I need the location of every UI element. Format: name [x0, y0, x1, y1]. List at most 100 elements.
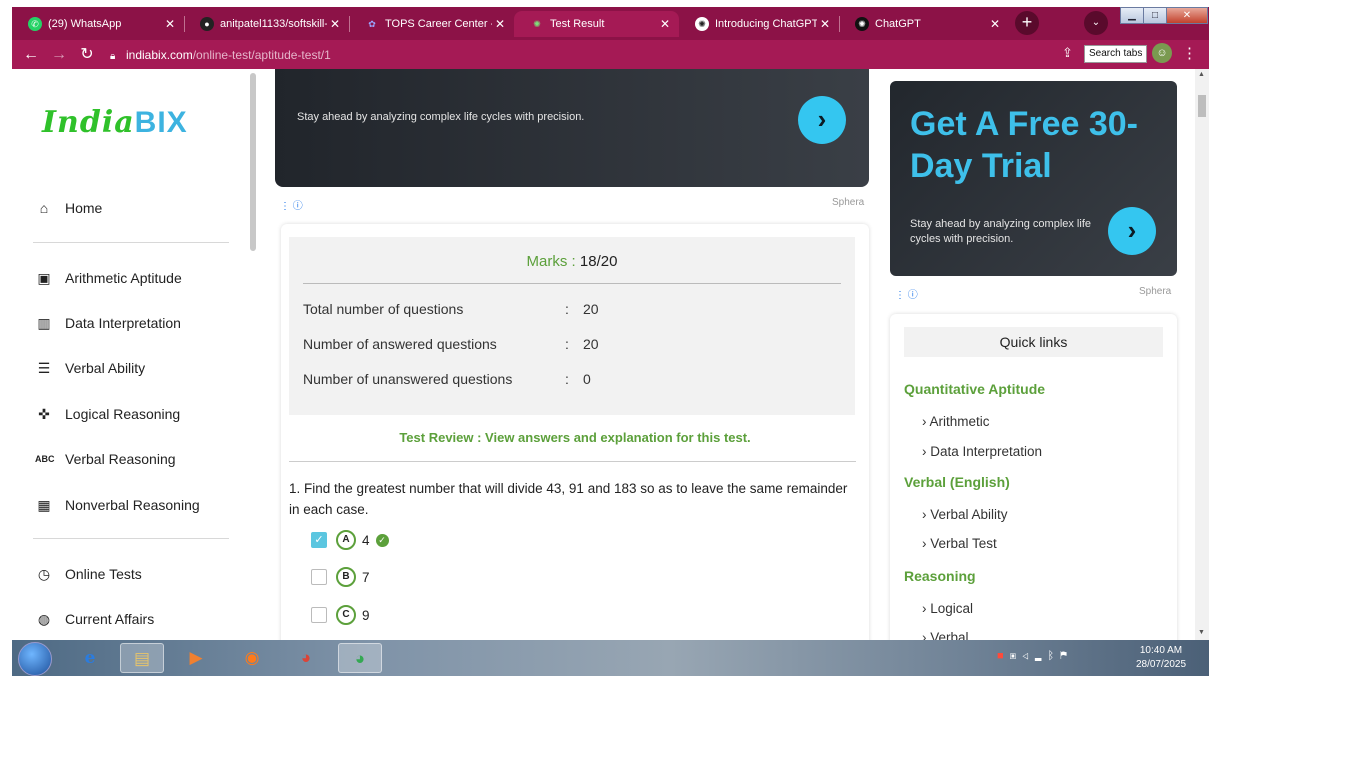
chrome-icon[interactable]: ◕ [338, 643, 382, 673]
chevron-right-icon[interactable]: › [1108, 207, 1156, 255]
advertisement-banner[interactable]: Stay ahead by analyzing complex life cyc… [275, 69, 869, 187]
tab-chatgpt[interactable]: ✺ ChatGPT ✕ [839, 11, 1009, 37]
system-clock[interactable]: 10:40 AM 28/07/2025 [1122, 644, 1200, 672]
sidebar-item-verbal-reasoning[interactable]: ABC Verbal Reasoning [35, 447, 176, 471]
tab-search-button[interactable]: ⌄ [1084, 11, 1108, 35]
scroll-down-icon[interactable]: ▼ [1198, 629, 1205, 636]
quick-link[interactable]: › Arithmetic [922, 414, 990, 429]
quick-link[interactable]: › Data Interpretation [922, 444, 1042, 459]
option-b[interactable]: B 7 [311, 567, 370, 587]
scroll-up-icon[interactable]: ▲ [1198, 71, 1205, 78]
checkbox-checked[interactable]: ✓ [311, 532, 327, 548]
ad-info-icon[interactable]: ⋮ ⓘ [895, 286, 918, 301]
media-player-icon[interactable]: ▶ [174, 643, 218, 673]
tab-tops[interactable]: ✿ TOPS Career Center - W ✕ [349, 11, 514, 37]
ad-brand: Sphera [832, 197, 865, 208]
forward-icon[interactable]: → [48, 44, 70, 66]
chevron-right-icon[interactable]: › [798, 96, 846, 144]
stat-unanswered: Number of unanswered questions : 0 [303, 371, 843, 387]
volume-muted-icon[interactable]: ◁ [1022, 650, 1035, 662]
address-bar[interactable]: 🔒︎ indiabix.com/online-test/aptitude-test… [110, 45, 1050, 65]
close-icon[interactable]: ✕ [492, 17, 508, 31]
ad-headline: Get A Free 30-Day Trial [910, 105, 1139, 185]
question-number: 1. [289, 481, 301, 496]
marks-value: 18/20 [579, 253, 618, 270]
sidebar-item-data-interpretation[interactable]: ▥ Data Interpretation [35, 311, 181, 335]
maximize-button[interactable]: □ [1143, 7, 1167, 24]
tab-whatsapp[interactable]: ✆ (29) WhatsApp ✕ [12, 11, 184, 37]
new-tab-button[interactable]: + [1015, 11, 1039, 35]
chrome-profile-icon[interactable]: ◕ [284, 643, 328, 673]
tab-introducing-chatgpt[interactable]: ✺ Introducing ChatGPT | C ✕ [679, 11, 839, 37]
reload-icon[interactable]: ↻ [76, 44, 98, 66]
option-text: 4 [362, 532, 370, 548]
page-scrollbar[interactable]: ▲ ▼ [1195, 69, 1209, 640]
checkbox[interactable] [311, 607, 327, 623]
tab-github[interactable]: ● anitpatel1133/softskill- ✕ [184, 11, 349, 37]
option-letter: C [336, 605, 356, 625]
network-icon[interactable]: ▣ [1010, 650, 1023, 662]
close-icon[interactable]: ✕ [327, 17, 343, 31]
document-check-icon: ☰ [37, 359, 51, 376]
browser-toolbar: ← → ↻ 🔒︎ indiabix.com/online-test/aptitud… [12, 40, 1209, 69]
sidebar-item-home[interactable]: ⌂ Home [35, 196, 103, 220]
tab-test-result[interactable]: ✺ Test Result ✕ [514, 11, 679, 37]
close-icon[interactable]: ✕ [817, 17, 833, 31]
quick-link-label: Verbal [930, 630, 969, 640]
profile-avatar[interactable]: ☺ [1152, 43, 1172, 63]
antivirus-icon[interactable]: ■ [997, 650, 1010, 662]
back-icon[interactable]: ← [20, 44, 42, 66]
sidebar-item-label: Nonverbal Reasoning [65, 497, 200, 513]
stat-separator: : [565, 371, 569, 387]
stat-value: 0 [583, 371, 591, 387]
test-review-link[interactable]: Test Review : View answers and explanati… [281, 430, 869, 445]
minimize-button[interactable]: ▁ [1120, 7, 1144, 24]
sidebar-item-label: Logical Reasoning [65, 406, 181, 422]
bluetooth-icon[interactable]: ᛒ [1047, 650, 1060, 662]
close-icon[interactable]: ✕ [987, 17, 1003, 31]
stat-label: Total number of questions [303, 301, 464, 317]
close-icon[interactable]: ✕ [657, 17, 673, 31]
sidebar-item-online-tests[interactable]: ◷ Online Tests [35, 562, 142, 586]
sidebar-item-nonverbal-reasoning[interactable]: ▦ Nonverbal Reasoning [35, 493, 200, 517]
quick-links-section[interactable]: Verbal (English) [904, 474, 1010, 490]
internet-explorer-icon[interactable]: e [68, 643, 112, 673]
system-tray[interactable]: ■▣◁▂ᛒ⚑ [997, 650, 1073, 662]
share-icon[interactable]: ⇪ [1062, 45, 1073, 61]
question-text: Find the greatest number that will divid… [289, 481, 848, 517]
github-icon: ● [200, 17, 214, 31]
advertisement-side[interactable]: Get A Free 30-Day Trial Stay ahead by an… [890, 81, 1177, 276]
tab-title: anitpatel1133/softskill- [220, 18, 327, 30]
sidebar-scrollbar[interactable] [250, 73, 256, 251]
url-host: indiabix.com [126, 48, 193, 62]
close-window-button[interactable]: ✕ [1166, 7, 1208, 24]
quick-link[interactable]: › Verbal Test [922, 536, 997, 551]
checkbox[interactable] [311, 569, 327, 585]
more-menu-icon[interactable]: ⋮ [1182, 44, 1197, 62]
option-letter: B [336, 567, 356, 587]
quick-links-section[interactable]: Reasoning [904, 568, 976, 584]
indiabix-logo[interactable]: IndiaBIX [42, 105, 188, 140]
sidebar-item-verbal-ability[interactable]: ☰ Verbal Ability [35, 356, 145, 380]
quick-link[interactable]: › Verbal Ability [922, 507, 1008, 522]
sidebar-item-logical-reasoning[interactable]: ✜ Logical Reasoning [35, 402, 180, 426]
quick-link[interactable]: › Logical [922, 601, 973, 616]
sidebar-item-arithmetic[interactable]: ▣ Arithmetic Aptitude [35, 266, 181, 290]
option-c[interactable]: C 9 [311, 605, 370, 625]
scrollbar-thumb[interactable] [1198, 95, 1206, 117]
flag-icon[interactable]: ⚑ [1060, 650, 1073, 662]
quick-link[interactable]: › Verbal [922, 630, 969, 640]
option-a[interactable]: ✓ A 4 ✓ [311, 530, 389, 550]
clock-icon: ◷ [37, 565, 51, 582]
close-icon[interactable]: ✕ [162, 17, 178, 31]
quick-links-section[interactable]: Quantitative Aptitude [904, 381, 1045, 397]
url-path: /online-test/aptitude-test/1 [192, 48, 331, 62]
ad-info-icon[interactable]: ⋮ ⓘ [280, 197, 303, 212]
sidebar-item-current-affairs[interactable]: ◍ Current Affairs [35, 607, 154, 631]
start-button[interactable] [18, 642, 52, 676]
signal-icon[interactable]: ▂ [1035, 650, 1048, 662]
whatsapp-icon: ✆ [28, 17, 42, 31]
firefox-icon[interactable]: ◉ [230, 643, 274, 673]
file-explorer-icon[interactable]: ▤ [120, 643, 164, 673]
ad-brand: Sphera [1139, 286, 1172, 297]
